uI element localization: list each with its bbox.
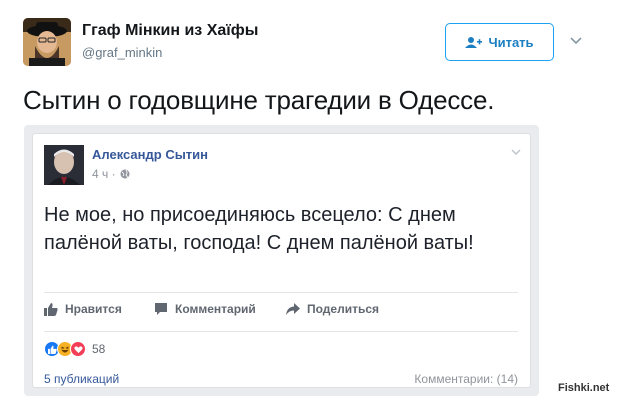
tweet-author-name[interactable]: Ггаф Мінкин из Хаїфы	[82, 22, 258, 40]
love-reaction-icon	[70, 341, 86, 357]
post-actions: Нравится Комментарий Поделиться	[44, 302, 518, 322]
follow-user-icon	[465, 36, 483, 48]
share-label: Поделиться	[307, 302, 380, 316]
like-label: Нравится	[65, 302, 122, 316]
share-button[interactable]: Поделиться	[286, 302, 379, 316]
follow-button-label: Читать	[488, 34, 534, 50]
watermark: Fishki.net	[558, 382, 610, 394]
tweet-text: Сытин о годовщине трагедии в Одессе.	[23, 85, 495, 115]
tweet-author-handle[interactable]: @graf_minkin	[82, 45, 162, 60]
shares-link[interactable]: 5 публикаций	[44, 372, 119, 386]
like-button[interactable]: Нравится	[44, 302, 122, 316]
reactions-count: 58	[92, 342, 106, 356]
chevron-down-icon[interactable]	[570, 37, 582, 45]
embedded-post: Александр Сытин 4 ч · Не мое, но присоед…	[32, 133, 531, 388]
comment-button[interactable]: Комментарий	[154, 302, 256, 316]
comments-link[interactable]: Комментарии: (14)	[414, 372, 518, 386]
post-author-name[interactable]: Александр Сытин	[92, 147, 208, 162]
post-author-avatar[interactable]	[44, 145, 84, 185]
author-photo	[23, 18, 71, 66]
comment-label: Комментарий	[175, 302, 256, 316]
like-icon	[44, 303, 58, 316]
embedded-post-card: Александр Сытин 4 ч · Не мое, но присоед…	[24, 125, 539, 396]
post-time[interactable]: 4 ч ·	[92, 167, 116, 181]
follow-button[interactable]: Читать	[445, 23, 554, 61]
share-icon	[286, 303, 300, 315]
globe-icon	[120, 169, 130, 179]
reactions-summary[interactable]: 58	[44, 340, 105, 358]
comment-icon	[155, 303, 167, 315]
post-text: Не мое, но присоединяюсь всецело: С днем…	[44, 204, 474, 254]
tweet-author-avatar[interactable]	[23, 18, 71, 66]
post-meta: 4 ч ·	[92, 167, 130, 181]
post-author-photo	[44, 145, 84, 185]
divider	[44, 331, 518, 332]
post-options-chevron-icon[interactable]	[511, 149, 521, 155]
divider	[44, 292, 518, 293]
